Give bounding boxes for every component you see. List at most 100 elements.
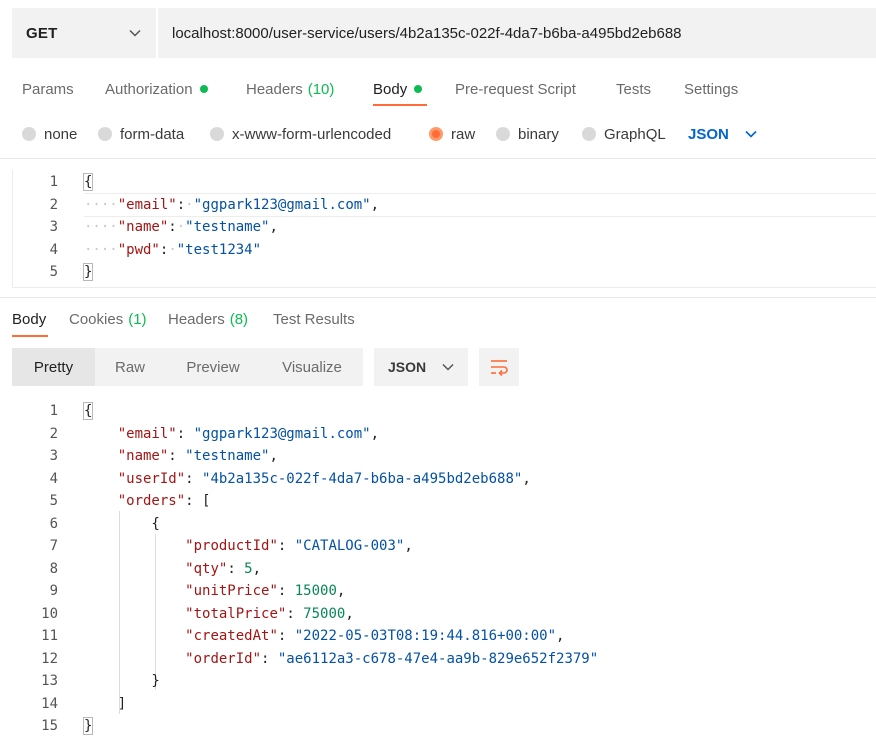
response-format-label: JSON bbox=[388, 359, 427, 375]
radio-selected-icon bbox=[429, 127, 443, 141]
line-number: 4 bbox=[49, 470, 58, 487]
line-number: 4 bbox=[49, 241, 58, 258]
line-number: 13 bbox=[41, 673, 58, 690]
tab-label: Params bbox=[22, 80, 74, 98]
code-text: "totalPrice": 75000, bbox=[185, 605, 354, 622]
line-number: 2 bbox=[49, 425, 58, 442]
code-line: 14 ] bbox=[0, 693, 876, 716]
code-text: } bbox=[82, 263, 94, 282]
code-line: 10 "totalPrice": 75000, bbox=[0, 603, 876, 626]
tab-label: Cookies bbox=[69, 310, 124, 328]
radio-label: form-data bbox=[120, 125, 185, 143]
radio-binary[interactable]: binary bbox=[496, 123, 559, 145]
radio-form-data[interactable]: form-data bbox=[98, 123, 184, 145]
tab-label: Settings bbox=[684, 80, 739, 98]
view-mode-visualize[interactable]: Visualize bbox=[261, 348, 363, 386]
line-number: 3 bbox=[49, 219, 58, 236]
body-format-label: JSON bbox=[688, 125, 729, 143]
code-text: "email": "ggpark123@gmail.com", bbox=[117, 425, 380, 442]
tab-cookies[interactable]: Cookies (1) bbox=[69, 308, 147, 330]
line-number: 7 bbox=[49, 538, 58, 555]
tab-headers[interactable]: Headers (10) bbox=[246, 78, 334, 100]
code-line: 9 "unitPrice": 15000, bbox=[0, 580, 876, 603]
wrap-lines-button[interactable] bbox=[479, 348, 519, 386]
tab-authorization[interactable]: Authorization bbox=[105, 78, 208, 100]
code-line: 1{ bbox=[0, 171, 876, 194]
body-format-select[interactable]: JSON bbox=[688, 123, 757, 145]
line-number: 15 bbox=[41, 718, 58, 735]
code-text: } bbox=[84, 673, 160, 690]
tab-label: Authorization bbox=[105, 80, 193, 98]
view-mode-raw[interactable]: Raw bbox=[95, 348, 165, 386]
line-number: 6 bbox=[49, 515, 58, 532]
code-text: "productId": "CATALOG-003", bbox=[185, 538, 413, 555]
code-text: "orders": [ bbox=[117, 493, 211, 510]
tab-label: Headers bbox=[168, 310, 225, 328]
tab-count: (1) bbox=[128, 310, 147, 328]
code-line: 4 ····"pwd":·"test1234" bbox=[0, 239, 876, 262]
code-line: 3 "name": "testname", bbox=[0, 445, 876, 468]
response-format-select[interactable]: JSON bbox=[374, 348, 468, 386]
view-mode-preview[interactable]: Preview bbox=[165, 348, 261, 386]
tab-label: Test Results bbox=[273, 310, 355, 328]
tab-label: Tests bbox=[616, 80, 652, 98]
divider bbox=[0, 158, 876, 159]
tab-label: Headers bbox=[246, 80, 303, 98]
line-number: 5 bbox=[49, 264, 58, 281]
view-mode-switcher: Pretty Raw Preview Visualize bbox=[12, 348, 363, 386]
code-text: "unitPrice": 15000, bbox=[185, 583, 346, 600]
tab-label: Body bbox=[12, 310, 47, 328]
divider bbox=[0, 297, 876, 298]
chevron-down-icon bbox=[128, 26, 142, 40]
code-line: 3 ····"name":·"testname", bbox=[0, 216, 876, 239]
tab-body[interactable]: Body bbox=[373, 78, 423, 100]
view-mode-pretty[interactable]: Pretty bbox=[12, 348, 95, 386]
tab-test-results[interactable]: Test Results bbox=[273, 308, 355, 330]
code-text: ····"email":·"ggpark123@gmail.com", bbox=[84, 196, 380, 213]
line-number: 8 bbox=[49, 560, 58, 577]
wrap-lines-icon bbox=[489, 358, 509, 376]
code-line: 2 "email": "ggpark123@gmail.com", bbox=[0, 423, 876, 446]
line-number: 1 bbox=[49, 403, 58, 420]
line-number: 14 bbox=[41, 695, 58, 712]
line-number: 5 bbox=[49, 493, 58, 510]
tab-response-headers[interactable]: Headers (8) bbox=[168, 308, 248, 330]
tab-label: Pre-request Script bbox=[455, 80, 576, 98]
code-text: "name": "testname", bbox=[117, 448, 278, 465]
method-label: GET bbox=[26, 24, 58, 42]
line-number: 12 bbox=[41, 650, 58, 667]
line-number: 9 bbox=[49, 583, 58, 600]
chevron-down-icon bbox=[442, 363, 454, 371]
line-number: 11 bbox=[41, 628, 58, 645]
code-line: 6 { bbox=[0, 513, 876, 536]
code-text: ] bbox=[84, 695, 127, 712]
code-text: { bbox=[82, 173, 94, 192]
code-line: 13 } bbox=[0, 670, 876, 693]
radio-circle-icon bbox=[210, 127, 224, 141]
tab-settings[interactable]: Settings bbox=[684, 78, 738, 100]
radio-circle-icon bbox=[98, 127, 112, 141]
tab-tests[interactable]: Tests bbox=[616, 78, 651, 100]
code-line: 7 "productId": "CATALOG-003", bbox=[0, 535, 876, 558]
radio-none[interactable]: none bbox=[22, 123, 77, 145]
radio-graphql[interactable]: GraphQL bbox=[582, 123, 666, 145]
code-text: "qty": 5, bbox=[185, 560, 262, 577]
code-line: 1{ bbox=[0, 400, 876, 423]
tab-pre-request-script[interactable]: Pre-request Script bbox=[455, 78, 576, 100]
radio-label: none bbox=[44, 125, 78, 143]
radio-raw[interactable]: raw bbox=[429, 123, 475, 145]
code-line: 5} bbox=[0, 261, 876, 284]
tab-count: (10) bbox=[307, 80, 335, 98]
code-text: "userId": "4b2a135c-022f-4da7-b6ba-a495b… bbox=[117, 470, 531, 487]
line-number: 3 bbox=[49, 448, 58, 465]
tab-response-body[interactable]: Body bbox=[12, 308, 46, 330]
method-select[interactable]: GET bbox=[12, 8, 157, 58]
code-line: 15} bbox=[0, 715, 876, 738]
code-line: 4 "userId": "4b2a135c-022f-4da7-b6ba-a49… bbox=[0, 468, 876, 491]
url-input[interactable]: localhost:8000/user-service/users/4b2a13… bbox=[158, 8, 876, 58]
code-line: 5 "orders": [ bbox=[0, 490, 876, 513]
radio-x-www-form-urlencoded[interactable]: x-www-form-urlencoded bbox=[210, 123, 391, 145]
status-dot-icon bbox=[199, 85, 208, 93]
line-number: 2 bbox=[49, 196, 58, 213]
tab-params[interactable]: Params bbox=[22, 78, 74, 100]
